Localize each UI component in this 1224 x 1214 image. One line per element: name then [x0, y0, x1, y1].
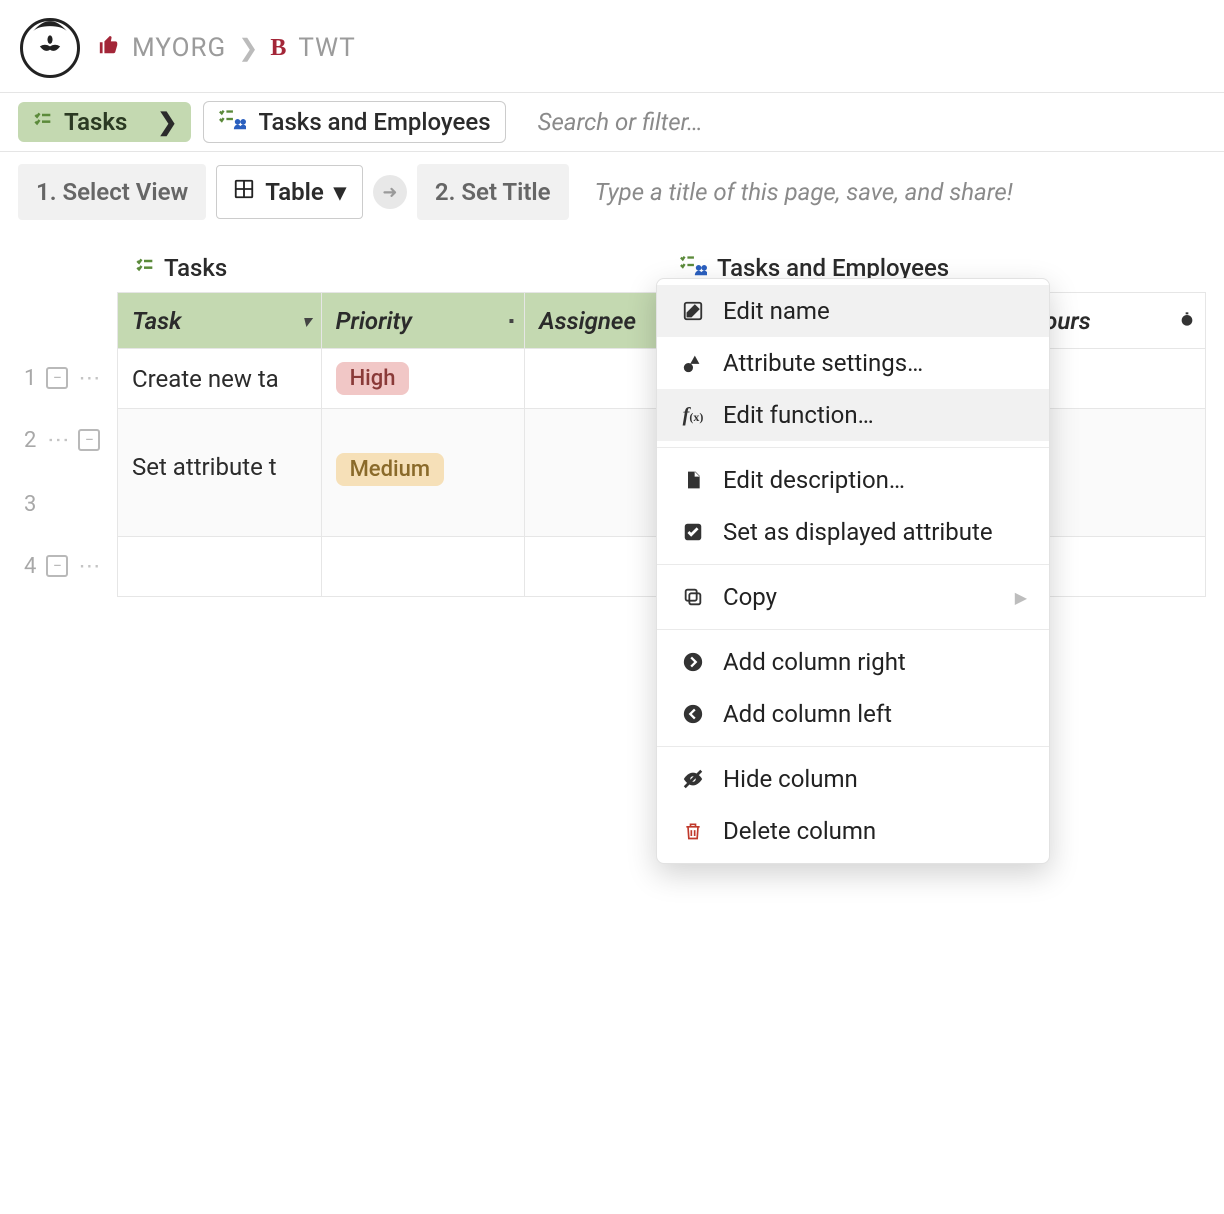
group-header-tasks-label: Tasks — [164, 254, 227, 282]
collapse-icon[interactable]: − — [78, 429, 100, 451]
list-icon — [134, 254, 154, 282]
list-people-icon — [218, 108, 246, 136]
more-icon[interactable]: ⋯ — [78, 554, 102, 579]
column-header-task[interactable]: Task ▾ — [118, 293, 322, 349]
row-handle-3[interactable]: 3 — [18, 472, 117, 536]
cell-task[interactable]: Set attribute t — [118, 409, 322, 537]
caret-down-icon: ▾ — [334, 178, 346, 206]
cell-priority[interactable]: Medium — [321, 409, 525, 537]
row-handle-2[interactable]: 2 ⋮ − — [18, 408, 117, 472]
column-context-menu: Edit name Attribute settings… f(x) Edit … — [656, 278, 1050, 864]
menu-separator — [657, 564, 1049, 565]
breadcrumb: MYORG ❯ B TWT — [98, 33, 356, 63]
tab-tasks-employees-label: Tasks and Employees — [258, 108, 490, 136]
copy-icon — [679, 586, 707, 608]
file-icon — [679, 469, 707, 491]
tabs-bar: Tasks ❯ Tasks and Employees Search or fi… — [0, 92, 1224, 152]
row-gutter: 1 − ⋯ 2 ⋮ − 3 4 − ⋯ — [18, 292, 117, 597]
menu-set-displayed[interactable]: Set as displayed attribute — [657, 506, 1049, 558]
breadcrumb-project[interactable]: TWT — [298, 33, 355, 63]
table-area: Tasks Tasks and Employees 1 − ⋯ 2 ⋮ − 3 — [0, 220, 1224, 597]
step-set-title: 2. Set Title — [417, 164, 569, 220]
cell-priority[interactable]: High — [321, 349, 525, 409]
search-filter-input[interactable]: Search or filter… — [518, 108, 1206, 136]
dropdown-square-icon[interactable]: ▪ — [508, 311, 514, 331]
avatar-face-icon — [23, 7, 77, 79]
steps-bar: 1. Select View Table ▾ ➜ 2. Set Title Ty… — [0, 164, 1224, 220]
stopwatch-icon[interactable] — [1179, 311, 1195, 331]
collapse-icon[interactable]: − — [46, 555, 68, 577]
collapse-icon[interactable]: − — [46, 367, 68, 389]
cell-task[interactable] — [118, 537, 322, 597]
tab-tasks-label: Tasks — [64, 108, 127, 136]
menu-separator — [657, 746, 1049, 747]
menu-edit-description[interactable]: Edit description… — [657, 454, 1049, 506]
menu-attribute-settings[interactable]: Attribute settings… — [657, 337, 1049, 389]
menu-add-column-left[interactable]: Add column left — [657, 688, 1049, 740]
edit-icon — [679, 300, 707, 322]
view-type-label: Table — [265, 178, 324, 206]
arrow-right-circle-icon — [679, 651, 707, 673]
eye-off-icon — [679, 768, 707, 790]
row-number: 3 — [24, 492, 36, 517]
table-grid-icon — [233, 178, 255, 206]
menu-hide-column[interactable]: Hide column — [657, 753, 1049, 805]
chevron-right-icon: ❯ — [157, 108, 177, 136]
trash-icon — [679, 820, 707, 842]
row-number: 1 — [24, 366, 36, 391]
menu-delete-column[interactable]: Delete column — [657, 805, 1049, 857]
tab-tasks[interactable]: Tasks ❯ — [18, 102, 191, 142]
more-icon[interactable]: ⋯ — [78, 366, 102, 391]
row-handle-4[interactable]: 4 − ⋯ — [18, 536, 117, 596]
cell-task[interactable]: Create new ta — [118, 349, 322, 409]
menu-add-column-right[interactable]: Add column right — [657, 636, 1049, 688]
breadcrumb-org[interactable]: MYORG — [132, 33, 226, 63]
checkbox-icon — [679, 521, 707, 543]
header: MYORG ❯ B TWT — [0, 0, 1224, 92]
arrow-left-circle-icon — [679, 703, 707, 725]
menu-copy[interactable]: Copy ▶ — [657, 571, 1049, 623]
view-type-dropdown[interactable]: Table ▾ — [216, 165, 363, 219]
menu-separator — [657, 447, 1049, 448]
menu-edit-function[interactable]: f(x) Edit function… — [657, 389, 1049, 441]
column-header-priority[interactable]: Priority ▪ — [321, 293, 525, 349]
row-number: 2 — [24, 428, 36, 453]
arrow-right-circle-icon: ➜ — [373, 175, 407, 209]
drag-handle-icon[interactable]: ⋮ — [46, 429, 68, 451]
chevron-right-icon: ❯ — [238, 34, 258, 62]
menu-edit-name[interactable]: Edit name — [657, 285, 1049, 337]
step-select-view: 1. Select View — [18, 164, 206, 220]
group-header-tasks[interactable]: Tasks — [126, 248, 671, 288]
menu-separator — [657, 629, 1049, 630]
thumb-up-icon — [98, 33, 120, 63]
cell-priority[interactable] — [321, 537, 525, 597]
avatar[interactable] — [20, 18, 80, 78]
bold-b-icon: B — [270, 35, 286, 62]
list-icon — [32, 108, 52, 136]
function-icon: f(x) — [679, 404, 707, 427]
row-handle-1[interactable]: 1 − ⋯ — [18, 348, 117, 408]
row-number: 4 — [24, 554, 36, 579]
tab-tasks-employees[interactable]: Tasks and Employees — [203, 101, 505, 143]
page-title-input[interactable]: Type a title of this page, save, and sha… — [579, 178, 1206, 206]
submenu-arrow-icon: ▶ — [1015, 588, 1027, 607]
shapes-icon — [679, 352, 707, 374]
caret-down-icon[interactable]: ▾ — [303, 311, 311, 330]
